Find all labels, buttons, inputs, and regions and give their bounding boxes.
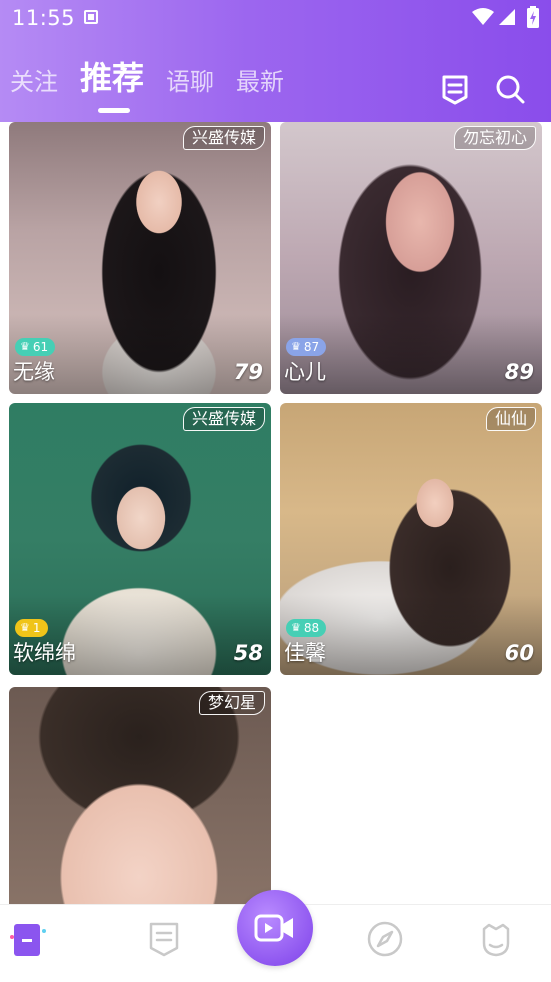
level-badge: ♛ 87 — [286, 338, 327, 356]
app-header: 11:55 关注 推荐 语聊 最新 — [0, 0, 551, 122]
notification-icon — [84, 10, 98, 24]
crown-icon: ♛ — [291, 621, 301, 634]
profile-card[interactable]: 兴盛传媒 ♛ 1 软绵绵 58 — [9, 403, 271, 675]
tab-recommend[interactable]: 推荐 — [80, 58, 144, 98]
home-icon[interactable] — [6, 919, 46, 959]
list-icon[interactable] — [144, 919, 184, 959]
tab-voice-chat[interactable]: 语聊 — [166, 62, 214, 102]
signal-icon — [499, 9, 515, 25]
profile-score: 58 — [233, 641, 263, 665]
tab-latest[interactable]: 最新 — [236, 62, 284, 102]
profile-score: 89 — [504, 360, 534, 384]
discover-compass-icon[interactable] — [365, 919, 405, 959]
tab-follow[interactable]: 关注 — [10, 62, 58, 102]
profile-card[interactable]: 勿忘初心 ♛ 87 心儿 89 — [280, 122, 542, 394]
search-icon[interactable] — [493, 72, 527, 106]
wifi-icon — [472, 8, 494, 25]
profile-name: 软绵绵 — [13, 641, 76, 665]
profile-card[interactable]: 兴盛传媒 ♛ 61 无缘 79 — [9, 122, 271, 394]
profile-card[interactable]: 仙仙 ♛ 88 佳馨 60 — [280, 403, 542, 675]
agency-tag: 兴盛传媒 — [182, 407, 265, 431]
active-tab-indicator — [98, 108, 130, 113]
level-badge: ♛ 88 — [286, 619, 327, 637]
crown-icon: ♛ — [291, 340, 301, 353]
agency-tag: 兴盛传媒 — [182, 126, 265, 150]
agency-tag: 仙仙 — [485, 407, 536, 431]
profile-score: 60 — [504, 641, 534, 665]
recommend-grid: 兴盛传媒 ♛ 61 无缘 79 勿忘初心 ♛ 87 心儿 89 兴盛传媒 ♛ 1 软绵… — [0, 122, 551, 904]
status-time: 11:55 — [12, 6, 76, 30]
agency-tag: 梦幻星 — [198, 691, 265, 715]
profile-photo — [9, 687, 271, 904]
profile-name: 无缘 — [13, 360, 55, 384]
video-call-button[interactable] — [237, 890, 313, 966]
crown-icon: ♛ — [20, 340, 30, 353]
profile-card[interactable]: 梦幻星 — [9, 687, 271, 904]
battery-icon — [527, 6, 539, 28]
profile-icon[interactable] — [476, 919, 516, 959]
status-bar: 11:55 — [0, 0, 551, 36]
crown-icon: ♛ — [20, 621, 30, 634]
ranking-badge-icon[interactable] — [438, 72, 472, 106]
video-call-icon — [254, 914, 293, 942]
level-badge: ♛ 1 — [15, 619, 48, 637]
level-badge: ♛ 61 — [15, 338, 56, 356]
agency-tag: 勿忘初心 — [453, 126, 536, 150]
profile-name: 心儿 — [284, 360, 326, 384]
profile-score: 79 — [233, 360, 263, 384]
profile-name: 佳馨 — [284, 641, 326, 665]
